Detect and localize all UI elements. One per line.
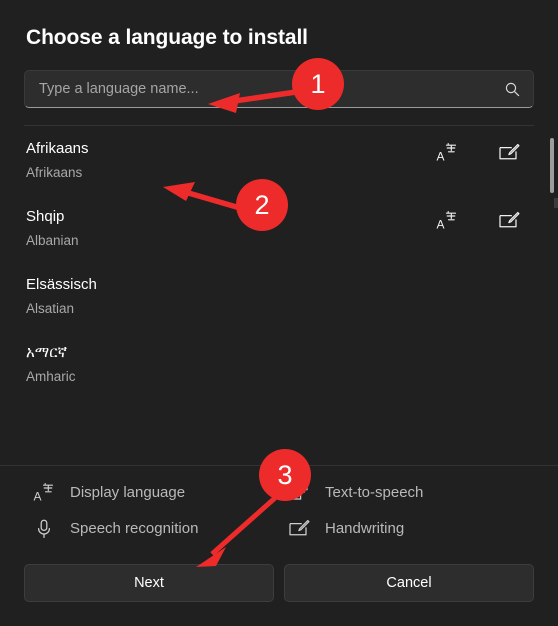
- display-language-icon: A: [416, 210, 478, 232]
- list-item[interactable]: Afrikaans Afrikaans A: [0, 126, 558, 194]
- language-english-name: Afrikaans: [26, 165, 83, 180]
- language-names: Shqip Albanian: [26, 208, 416, 249]
- language-english-name: Amharic: [26, 369, 76, 384]
- svg-text:A: A: [34, 490, 42, 504]
- legend-label: Handwriting: [325, 520, 405, 537]
- language-native-name: Afrikaans: [26, 140, 89, 157]
- microphone-icon: [32, 518, 56, 540]
- search-button[interactable]: [495, 72, 529, 106]
- legend-label: Speech recognition: [70, 520, 199, 537]
- dialog-header: Choose a language to install: [0, 0, 558, 126]
- display-language-icon: A: [416, 142, 478, 164]
- list-item[interactable]: Shqip Albanian A: [0, 194, 558, 262]
- legend-item-handwriting: Handwriting: [279, 518, 534, 540]
- svg-text:A: A: [437, 218, 445, 232]
- text-to-speech-icon: [287, 482, 311, 504]
- language-names: Elsässisch Alsatian: [26, 276, 540, 317]
- next-button[interactable]: Next: [24, 564, 274, 602]
- language-native-name: Elsässisch: [26, 276, 97, 293]
- search-input[interactable]: [25, 71, 495, 107]
- legend-item-display-language: A Display language: [24, 482, 279, 504]
- language-english-name: Albanian: [26, 233, 79, 248]
- legend-item-text-to-speech: Text-to-speech: [279, 482, 534, 504]
- language-names: አማርኛ Amharic: [26, 344, 540, 385]
- scrollbar-thumb[interactable]: [550, 138, 554, 193]
- language-names: Afrikaans Afrikaans: [26, 140, 416, 181]
- language-list-area: Afrikaans Afrikaans A Shqip Albanian A E…: [0, 126, 558, 465]
- handwriting-icon: [287, 519, 311, 539]
- window-edge-mark: [554, 198, 558, 208]
- list-item[interactable]: አማርኛ Amharic: [0, 330, 558, 398]
- language-capability-icons: A: [416, 140, 540, 164]
- page-title: Choose a language to install: [26, 26, 308, 49]
- search-box[interactable]: [24, 70, 534, 108]
- choose-language-dialog: Choose a language to install Afrikaans A…: [0, 0, 558, 626]
- legend-label: Display language: [70, 484, 186, 501]
- legend-item-speech-recognition: Speech recognition: [24, 518, 279, 540]
- language-native-name: አማርኛ: [26, 344, 68, 361]
- cancel-button[interactable]: Cancel: [284, 564, 534, 602]
- search-icon: [504, 81, 521, 98]
- language-native-name: Shqip: [26, 208, 65, 225]
- handwriting-icon: [478, 211, 540, 231]
- handwriting-icon: [478, 143, 540, 163]
- legend-label: Text-to-speech: [325, 484, 424, 501]
- dialog-footer: Next Cancel: [0, 548, 558, 626]
- svg-text:A: A: [437, 150, 445, 164]
- language-english-name: Alsatian: [26, 301, 75, 316]
- display-language-icon: A: [32, 482, 56, 504]
- language-list[interactable]: Afrikaans Afrikaans A Shqip Albanian A E…: [0, 126, 558, 465]
- capability-legend: A Display language Text-to-speech Speech…: [0, 466, 558, 548]
- scrollbar[interactable]: [549, 126, 555, 465]
- list-item[interactable]: Elsässisch Alsatian: [0, 262, 558, 330]
- language-capability-icons: A: [416, 208, 540, 232]
